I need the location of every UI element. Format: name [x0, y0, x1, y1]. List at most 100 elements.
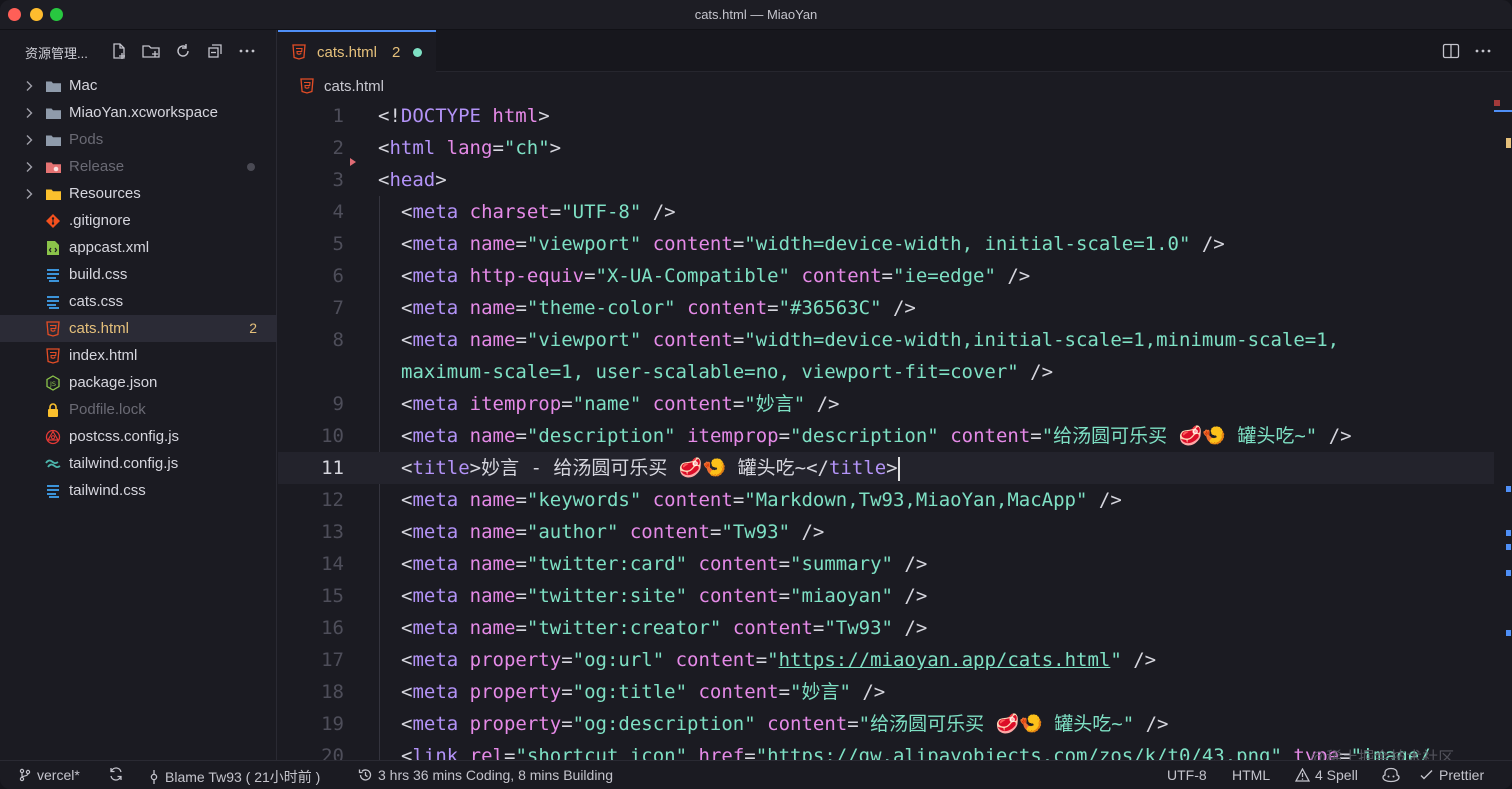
spell-status[interactable]: 4 Spell: [1295, 767, 1358, 783]
code-punct: />: [641, 201, 676, 223]
chevron-right-icon[interactable]: [22, 187, 36, 201]
code-punct: [721, 617, 732, 639]
unsaved-dot-icon[interactable]: [413, 48, 422, 57]
copilot-status[interactable]: [1382, 767, 1400, 783]
tree-item-package-json[interactable]: JS package.json: [0, 369, 277, 396]
tree-item-miaoyan-xcworkspace[interactable]: MiaoYan.xcworkspace: [0, 99, 277, 126]
code-editor[interactable]: 1 <!DOCTYPE html> 2 <html lang="ch"> 3 <head>…: [278, 100, 1494, 760]
more-icon[interactable]: [236, 40, 258, 62]
code-string: "description": [526, 425, 676, 447]
tree-item-index-html[interactable]: index.html: [0, 342, 277, 369]
tree-item-appcast-xml[interactable]: appcast.xml: [0, 234, 277, 261]
tree-item-label: postcss.config.js: [69, 428, 180, 445]
code-punct: =: [561, 713, 573, 735]
code-string: maximum-scale=1, user-scalable=no, viewp…: [401, 361, 1019, 383]
code-line[interactable]: 4 <meta charset="UTF-8" />: [278, 196, 1494, 228]
code-line[interactable]: 17 <meta property="og:url" content="https…: [278, 644, 1494, 676]
code-punct: [687, 745, 698, 760]
split-editor-icon[interactable]: [1441, 41, 1461, 61]
code-line[interactable]: 18 <meta property="og:title" content="妙言"…: [278, 676, 1494, 708]
code-string: "viewport": [526, 233, 642, 255]
code-punct: <: [401, 681, 413, 703]
tree-item-gitignore[interactable]: .gitignore: [0, 207, 277, 234]
line-number: 4: [332, 201, 344, 223]
code-line[interactable]: 10 <meta name="description" itemprop="des…: [278, 420, 1494, 452]
text-cursor: [897, 456, 900, 481]
chevron-right-icon[interactable]: [22, 160, 36, 174]
branch-status[interactable]: vercel*: [18, 767, 80, 783]
html-icon: [292, 44, 306, 65]
tree-item-podfile-lock[interactable]: Podfile.lock: [0, 396, 277, 423]
code-line[interactable]: 6 <meta http-equiv="X-UA-Compatible" cont…: [278, 260, 1494, 292]
code-punct: [687, 681, 698, 703]
code-attr: content: [675, 649, 756, 671]
css-icon: [44, 482, 62, 499]
code-line[interactable]: 7 <meta name="theme-color" content="#3656…: [278, 292, 1494, 324]
sync-status[interactable]: [108, 767, 124, 781]
code-content: maximum-scale=1, user-scalable=no, viewp…: [401, 356, 1053, 388]
chevron-right-icon[interactable]: [22, 133, 36, 147]
code-string: "ie=edge": [892, 265, 996, 287]
code-attr: content: [652, 393, 733, 415]
tree-item-label: .gitignore: [69, 212, 131, 229]
tree-item-build-css[interactable]: build.css: [0, 261, 277, 288]
tree-item-postcss-config-js[interactable]: postcss.config.js: [0, 423, 277, 450]
tree-item-cats-html[interactable]: cats.html 2: [0, 315, 277, 342]
code-punct: =: [515, 489, 527, 511]
code-line[interactable]: 12 <meta name="keywords" content="Markdow…: [278, 484, 1494, 516]
overview-ruler[interactable]: [1494, 100, 1512, 760]
breadcrumb-file[interactable]: cats.html: [324, 78, 384, 95]
code-content: <meta name="author" content="Tw93" />: [401, 516, 824, 548]
blame-status[interactable]: Blame Tw93 ( 21小时前 ): [148, 767, 320, 787]
tree-item-cats-css[interactable]: cats.css: [0, 288, 277, 315]
tree-item-label: cats.html: [69, 320, 130, 337]
code-line[interactable]: 14 <meta name="twitter:card" content="sum…: [278, 548, 1494, 580]
chevron-right-icon[interactable]: [22, 79, 36, 93]
tree-item-mac[interactable]: Mac: [0, 72, 277, 99]
code-line[interactable]: 16 <meta name="twitter:creator" content="…: [278, 612, 1494, 644]
window-title: cats.html — MiaoYan: [694, 7, 818, 22]
code-line[interactable]: 5 <meta name="viewport" content="width=de…: [278, 228, 1494, 260]
code-line[interactable]: 19 <meta property="og:description" conten…: [278, 708, 1494, 740]
wakatime-status[interactable]: 3 hrs 36 mins Coding, 8 mins Building: [358, 767, 613, 783]
tree-item-resources[interactable]: Resources: [0, 180, 277, 207]
code-punct: =: [847, 713, 859, 735]
chevron-right-icon[interactable]: [22, 106, 36, 120]
code-punct: />: [892, 617, 928, 639]
line-number: 5: [332, 233, 344, 255]
tab-cats-html[interactable]: cats.html 2: [278, 30, 436, 72]
code-attr: itemprop: [469, 393, 562, 415]
code-line[interactable]: 11 <title>妙言 - 给汤圆可乐买 🥩🍤 罐头吃~</title>: [278, 452, 1494, 484]
code-line[interactable]: 13 <meta name="author" content="Tw93" />: [278, 516, 1494, 548]
code-punct: <: [401, 457, 413, 479]
tree-item-release[interactable]: Release: [0, 153, 277, 180]
prettier-status[interactable]: Prettier: [1420, 767, 1484, 783]
code-line[interactable]: maximum-scale=1, user-scalable=no, viewp…: [278, 356, 1494, 388]
code-line[interactable]: 9 <meta itemprop="name" content="妙言" />: [278, 388, 1494, 420]
code-line[interactable]: 15 <meta name="twitter:site" content="mia…: [278, 580, 1494, 612]
code-link[interactable]: https://miaoyan.app/cats.html: [779, 649, 1111, 671]
code-punct: [458, 745, 469, 760]
more-actions-icon[interactable]: [1473, 41, 1493, 61]
tree-item-tailwind-config-js[interactable]: tailwind.config.js: [0, 450, 277, 477]
code-punct: />: [1190, 233, 1225, 255]
new-file-icon[interactable]: [108, 40, 130, 62]
new-folder-icon[interactable]: [140, 40, 162, 62]
code-line[interactable]: 1 <!DOCTYPE html>: [278, 100, 1494, 132]
nodejs-icon: JS: [44, 374, 62, 391]
collapse-all-icon[interactable]: [204, 40, 226, 62]
folder-resources-icon: [44, 185, 62, 202]
refresh-icon[interactable]: [172, 40, 194, 62]
line-number: 1: [332, 105, 344, 127]
code-line[interactable]: 8 <meta name="viewport" content="width=de…: [278, 324, 1494, 356]
tree-item-pods[interactable]: Pods: [0, 126, 277, 153]
code-punct: =: [778, 681, 791, 703]
code-content: <meta name="theme-color" content="#36563…: [401, 292, 916, 324]
code-punct: [939, 425, 950, 447]
encoding-status[interactable]: UTF-8: [1167, 767, 1207, 783]
code-punct: =: [504, 745, 516, 760]
tree-item-tailwind-css[interactable]: tailwind.css: [0, 477, 277, 504]
language-mode[interactable]: HTML: [1232, 767, 1270, 783]
code-line[interactable]: 2 <html lang="ch">: [278, 132, 1494, 164]
code-line[interactable]: 3 <head>: [278, 164, 1494, 196]
